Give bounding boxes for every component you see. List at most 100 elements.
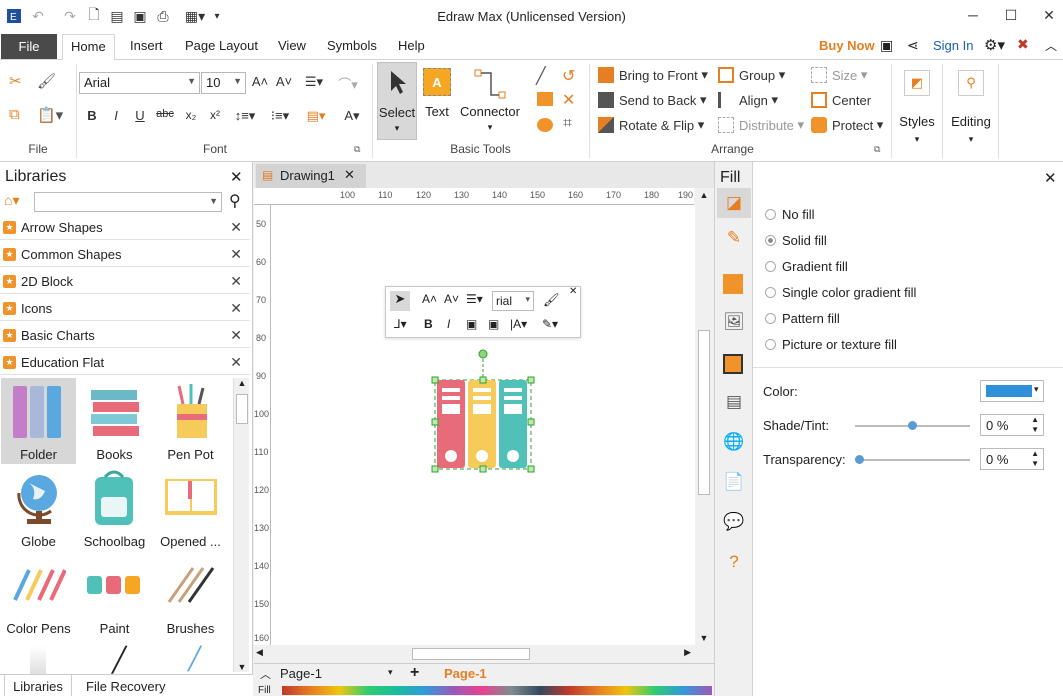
tab-help[interactable]: Help <box>398 38 425 53</box>
editing-button[interactable]: ⚲ Editing ▾ <box>946 64 996 154</box>
close-tab-icon[interactable]: ✕ <box>344 167 355 183</box>
select-tool-button[interactable]: Select ▾ <box>377 62 417 140</box>
grow-font-icon[interactable]: A˄ <box>422 292 437 306</box>
shape-brushes[interactable]: Brushes <box>153 552 228 638</box>
no-fill-option[interactable]: No fill <box>765 207 815 222</box>
font-size-select[interactable]: 10 ▼ <box>201 72 246 94</box>
layer-panel-icon[interactable] <box>723 354 743 374</box>
sign-in-link[interactable]: Sign In <box>933 38 973 53</box>
size-button[interactable]: Size ▾ <box>811 67 867 83</box>
close-window-button[interactable]: ✕ <box>1034 4 1063 26</box>
paste-icon[interactable]: 📋▾ <box>37 106 63 124</box>
format-painter-icon[interactable]: 🖌 <box>37 72 56 90</box>
settings-gear-icon[interactable]: ⚙▾ <box>984 36 1005 54</box>
center-button[interactable]: Center <box>811 92 871 108</box>
vertical-scroll-thumb[interactable] <box>698 330 710 495</box>
file-menu-tab[interactable]: File <box>1 34 57 59</box>
buy-now-link[interactable]: Buy Now <box>819 38 875 53</box>
library-category-row[interactable]: ★ Basic Charts ✕ <box>0 324 250 348</box>
fill-panel-icon[interactable]: ◪ <box>717 188 751 218</box>
shape-folder[interactable]: Folder <box>1 378 76 464</box>
pointer-icon[interactable]: ➤ <box>390 291 410 311</box>
bullets-icon[interactable]: ⁝≡▾ <box>266 108 294 124</box>
close-icon[interactable]: ✕ <box>230 327 242 344</box>
close-icon[interactable]: ✕ <box>230 246 242 263</box>
group-button[interactable]: Group ▾ <box>718 67 785 83</box>
tab-home[interactable]: Home <box>62 34 115 61</box>
horizontal-scroll-thumb[interactable] <box>412 648 530 660</box>
slider-knob[interactable] <box>855 455 864 464</box>
scroll-down-icon[interactable]: ▼ <box>234 662 250 672</box>
close-icon[interactable]: ✕ <box>230 219 242 236</box>
copy-icon[interactable]: ⧉ <box>9 106 20 123</box>
minimize-button[interactable]: ─ <box>958 4 988 26</box>
shade-tint-slider[interactable] <box>855 421 970 430</box>
library-scrollbar[interactable]: ▲ ▼ <box>233 378 249 672</box>
close-icon[interactable]: ✕ <box>230 273 242 290</box>
align-button[interactable]: Align ▾ <box>718 92 778 108</box>
solid-fill-option[interactable]: Solid fill <box>765 233 827 248</box>
text-position-icon[interactable]: |A▾ <box>510 317 527 331</box>
tab-file-recovery[interactable]: File Recovery <box>86 679 165 694</box>
horizontal-scrollbar[interactable]: ◀ ▶ <box>254 645 695 663</box>
underline-button[interactable]: U <box>130 108 150 123</box>
home-library-icon[interactable]: ⌂▾ <box>4 192 19 209</box>
text-tool-button[interactable]: A Text <box>421 64 453 138</box>
shape-color-pens[interactable]: Color Pens <box>1 552 76 638</box>
shape-schoolbag[interactable]: Schoolbag <box>77 465 152 551</box>
text-spacing-icon[interactable]: ↕≡▾ <box>231 108 259 124</box>
tab-insert[interactable]: Insert <box>130 38 163 53</box>
close-fill-panel-icon[interactable]: ✕ <box>1044 169 1057 187</box>
rotate-flip-button[interactable]: Rotate & Flip ▾ <box>598 117 704 133</box>
shadow-panel-icon[interactable] <box>723 274 743 294</box>
spinner-arrows-icon[interactable]: ▲ ▼ <box>1031 449 1039 469</box>
gradient-fill-option[interactable]: Gradient fill <box>765 259 848 274</box>
shape-globe[interactable]: Globe <box>1 465 76 551</box>
share-icon[interactable]: ⋖ <box>907 37 919 54</box>
shade-tint-spinner[interactable]: 0 % ▲ ▼ <box>980 414 1044 436</box>
slider-knob[interactable] <box>908 421 917 430</box>
vertical-scrollbar[interactable]: ▲ ▼ <box>695 188 713 645</box>
distribute-button[interactable]: Distribute ▾ <box>718 117 804 133</box>
paragraph-align-icon[interactable]: ☰▾ <box>466 292 483 306</box>
page-select[interactable]: Page-1 ▾ <box>280 666 400 684</box>
bold-button[interactable]: B <box>424 317 433 331</box>
close-icon[interactable]: ✕ <box>230 300 242 317</box>
scroll-thumb[interactable] <box>236 394 248 424</box>
picture-texture-option[interactable]: Picture or texture fill <box>765 337 897 352</box>
line-panel-icon[interactable]: ✎ <box>717 228 751 248</box>
shrink-font-icon[interactable]: A˅ <box>274 74 294 89</box>
shape-pen-pot[interactable]: Pen Pot <box>153 378 228 464</box>
strikethrough-button[interactable]: abc <box>155 108 175 120</box>
document-tab[interactable]: ▤ Drawing1 ✕ <box>256 164 366 188</box>
library-category-row[interactable]: ★ Education Flat ✕ <box>0 351 250 375</box>
scroll-down-icon[interactable]: ▼ <box>695 633 713 643</box>
collapse-ribbon-icon[interactable]: ︿ <box>1045 37 1057 54</box>
page-list-toggle-icon[interactable]: ︿ <box>260 666 271 682</box>
bold-button[interactable]: B <box>82 108 102 123</box>
tab-page-layout[interactable]: Page Layout <box>185 38 258 53</box>
connector-style-icon[interactable]: ⅃▾ <box>394 317 407 331</box>
paragraph-align-icon[interactable]: ☰▾ <box>300 74 328 90</box>
tab-libraries[interactable]: Libraries <box>4 675 72 696</box>
scroll-right-icon[interactable]: ▶ <box>684 647 691 658</box>
add-page-icon[interactable]: + <box>410 664 419 682</box>
grow-font-icon[interactable]: A˄ <box>250 74 270 89</box>
bring-forward-icon[interactable]: ▣ <box>466 317 477 331</box>
active-page-tab[interactable]: Page-1 <box>444 666 487 681</box>
rectangle-tool-icon[interactable] <box>537 92 553 106</box>
page-panel-icon[interactable]: ▤ <box>717 392 751 412</box>
pattern-fill-option[interactable]: Pattern fill <box>765 311 840 326</box>
close-libraries-icon[interactable]: ✕ <box>230 168 243 186</box>
single-color-gradient-option[interactable]: Single color gradient fill <box>765 285 916 300</box>
maximize-button[interactable]: ☐ <box>996 4 1026 26</box>
text-highlight-icon[interactable]: ▤▾ <box>302 108 330 124</box>
bring-to-front-button[interactable]: Bring to Front ▾ <box>598 67 708 83</box>
scroll-up-icon[interactable]: ▲ <box>234 378 250 388</box>
format-painter-icon[interactable]: 🖌 <box>543 292 560 308</box>
ellipse-tool-icon[interactable] <box>537 118 553 132</box>
color-palette-bar[interactable]: Fill <box>254 685 714 696</box>
search-icon[interactable]: ⚲ <box>229 191 241 211</box>
spinner-arrows-icon[interactable]: ▲ ▼ <box>1031 415 1039 435</box>
arrange-dialog-launcher-icon[interactable]: ⧉ <box>874 144 880 155</box>
